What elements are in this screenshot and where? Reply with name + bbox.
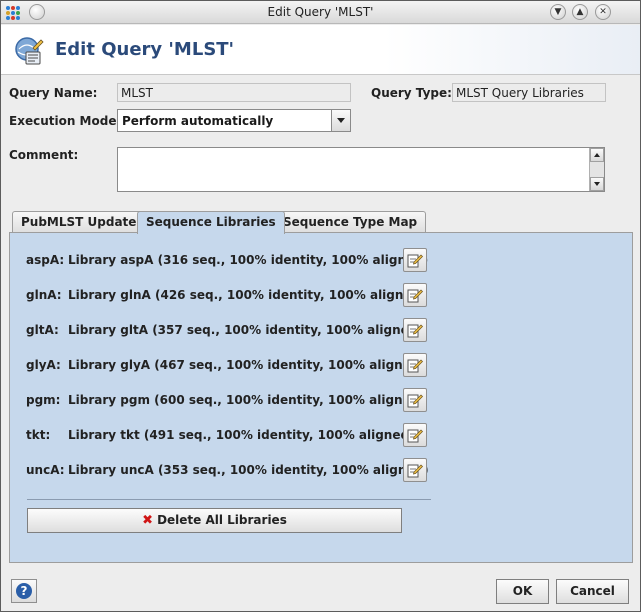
help-button[interactable]: ? xyxy=(11,579,37,603)
edit-icon xyxy=(407,324,423,338)
dialog-header: Edit Query 'MLST' xyxy=(1,25,640,75)
library-gene: gltA: xyxy=(26,323,59,337)
edit-icon xyxy=(407,359,423,373)
delete-all-libraries-button[interactable]: ✖ Delete All Libraries xyxy=(27,508,402,533)
edit-library-button[interactable] xyxy=(403,318,427,342)
chevron-up-icon: ▲ xyxy=(576,7,584,17)
edit-library-button[interactable] xyxy=(403,423,427,447)
window-title: Edit Query 'MLST' xyxy=(267,5,374,19)
scroll-up-icon[interactable] xyxy=(590,148,604,162)
library-gene: glnA: xyxy=(26,288,62,302)
cancel-button[interactable]: Cancel xyxy=(556,579,629,604)
library-description: Library tkt (491 seq., 100% identity, 10… xyxy=(68,428,415,442)
query-edit-icon xyxy=(15,37,44,65)
library-row: glnA: Library glnA (426 seq., 100% ident… xyxy=(26,283,436,307)
minimize-button[interactable]: ▼ xyxy=(550,4,566,20)
edit-query-dialog: Edit Query 'MLST' ▼ ▲ ✕ Edit Query 'MLST… xyxy=(0,0,641,612)
edit-icon xyxy=(407,429,423,443)
edit-library-button[interactable] xyxy=(403,388,427,412)
library-gene: uncA: xyxy=(26,463,65,477)
query-name-field[interactable]: MLST xyxy=(117,83,351,102)
query-type-field[interactable]: MLST Query Libraries xyxy=(452,83,606,102)
close-button[interactable]: ✕ xyxy=(595,4,611,20)
scroll-down-icon[interactable] xyxy=(590,177,604,191)
library-row: pgm: Library pgm (600 seq., 100% identit… xyxy=(26,388,436,412)
library-row: gltA: Library gltA (357 seq., 100% ident… xyxy=(26,318,436,342)
edit-icon xyxy=(407,289,423,303)
chevron-down-icon: ▼ xyxy=(554,7,562,17)
library-row: uncA: Library uncA (353 seq., 100% ident… xyxy=(26,458,436,482)
page-title: Edit Query 'MLST' xyxy=(55,39,235,60)
delete-icon: ✖ xyxy=(142,513,154,528)
title-bar: Edit Query 'MLST' ▼ ▲ ✕ xyxy=(1,1,640,24)
comment-textarea[interactable] xyxy=(117,147,605,192)
execution-mode-value: Perform automatically xyxy=(122,114,274,128)
library-description: Library glyA (467 seq., 100% identity, 1… xyxy=(68,358,425,372)
edit-library-button[interactable] xyxy=(403,353,427,377)
library-description: Library pgm (600 seq., 100% identity, 10… xyxy=(68,393,425,407)
library-row: glyA: Library glyA (467 seq., 100% ident… xyxy=(26,353,436,377)
library-gene: tkt: xyxy=(26,428,51,442)
library-gene: glyA: xyxy=(26,358,61,372)
edit-icon xyxy=(407,394,423,408)
library-gene: pgm: xyxy=(26,393,61,407)
help-icon: ? xyxy=(16,583,32,599)
divider xyxy=(27,499,431,500)
tab-sequence-type-map[interactable]: Sequence Type Map xyxy=(274,211,427,233)
close-icon: ✕ xyxy=(599,7,607,17)
query-type-label: Query Type: xyxy=(371,86,452,100)
library-description: Library aspA (316 seq., 100% identity, 1… xyxy=(68,253,429,267)
comment-scrollbar[interactable] xyxy=(589,148,604,191)
query-name-label: Query Name: xyxy=(9,86,98,100)
edit-icon xyxy=(407,254,423,268)
edit-icon xyxy=(407,464,423,478)
comment-label: Comment: xyxy=(9,148,79,162)
edit-library-button[interactable] xyxy=(403,248,427,272)
sequence-libraries-panel: aspA: Library aspA (316 seq., 100% ident… xyxy=(9,232,633,563)
library-description: Library uncA (353 seq., 100% identity, 1… xyxy=(68,463,429,477)
chevron-down-icon[interactable] xyxy=(331,110,350,131)
tab-pubmlst-update[interactable]: PubMLST Update xyxy=(12,211,146,233)
library-row: tkt: Library tkt (491 seq., 100% identit… xyxy=(26,423,436,447)
edit-library-button[interactable] xyxy=(403,283,427,307)
ok-button[interactable]: OK xyxy=(496,579,549,604)
execution-mode-select[interactable]: Perform automatically xyxy=(117,109,351,132)
library-description: Library gltA (357 seq., 100% identity, 1… xyxy=(68,323,423,337)
delete-all-label: Delete All Libraries xyxy=(157,513,287,527)
library-gene: aspA: xyxy=(26,253,65,267)
library-row: aspA: Library aspA (316 seq., 100% ident… xyxy=(26,248,436,272)
execution-mode-label: Execution Mode: xyxy=(9,114,122,128)
edit-library-button[interactable] xyxy=(403,458,427,482)
library-description: Library glnA (426 seq., 100% identity, 1… xyxy=(68,288,426,302)
tab-sequence-libraries[interactable]: Sequence Libraries xyxy=(137,211,285,234)
maximize-button[interactable]: ▲ xyxy=(572,4,588,20)
